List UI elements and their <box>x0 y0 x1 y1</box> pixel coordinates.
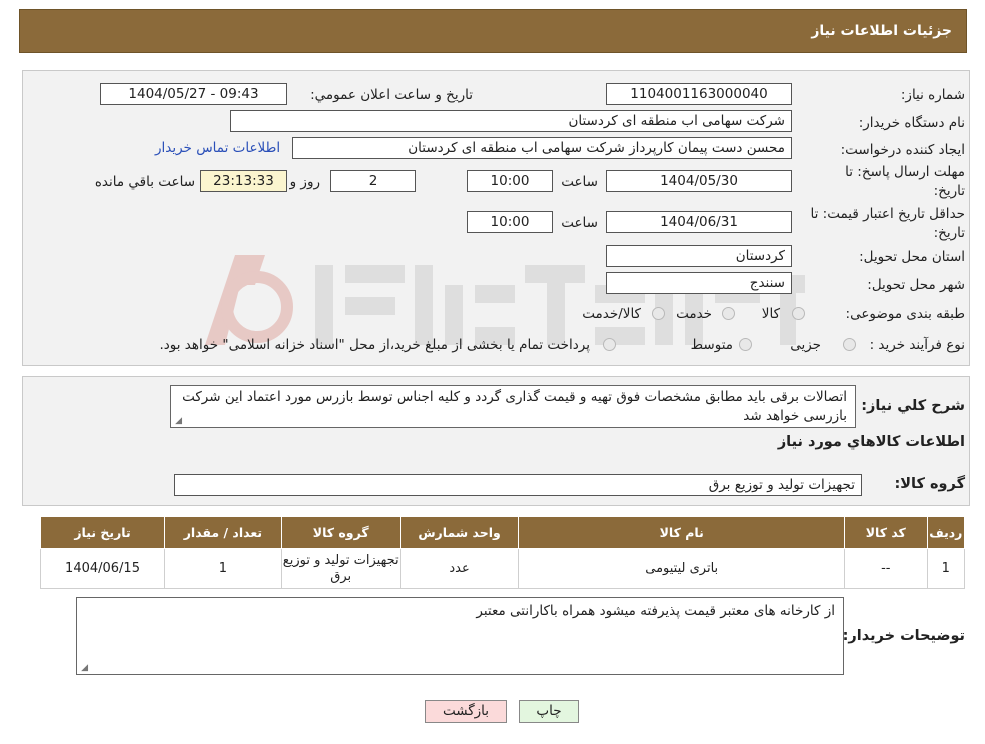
category-option-goods-service: کالا/خدمت <box>582 306 641 322</box>
category-radio-service[interactable] <box>722 307 735 320</box>
page-header: جزئیات اطلاعات نیاز <box>19 9 967 53</box>
deadline-time-label: ساعت <box>561 174 598 190</box>
buyer-notes-textarea[interactable]: از کارخانه های معتبر قیمت پذیرفته میشود … <box>76 597 844 675</box>
process-note: پرداخت تمام یا بخشی از مبلغ خرید،از محل … <box>159 337 590 353</box>
col-row: رديف <box>926 516 966 549</box>
province-field[interactable]: کردستان <box>606 245 792 267</box>
page-title: جزئیات اطلاعات نیاز <box>811 23 952 39</box>
resize-handle-icon[interactable]: ◢ <box>174 417 182 426</box>
description-text: اتصالات برقی باید مطابق مشخصات فوق تهیه … <box>182 389 847 424</box>
creator-field[interactable]: محسن دست پیمان کارپرداز شرکت سهامی اب من… <box>292 137 792 159</box>
process-radio-medium[interactable] <box>739 338 752 351</box>
remaining-time-field: 23:13:33 <box>200 170 287 192</box>
items-table: رديف کد کالا نام کالا واحد شمارش گروه کا… <box>39 516 966 589</box>
process-label: نوع فرآیند خرید : <box>869 337 965 353</box>
buyer-notes-text: از کارخانه های معتبر قیمت پذیرفته میشود … <box>476 603 835 619</box>
cell-unit: عدد <box>399 548 520 589</box>
goods-group-label: گروه کالا: <box>894 476 965 492</box>
remaining-label: ساعت باقي مانده <box>94 174 195 190</box>
category-option-goods: کالا <box>761 306 780 322</box>
cell-code: -- <box>843 548 928 589</box>
buyer-org-label: نام دستگاه خریدار: <box>858 115 965 131</box>
city-field[interactable]: سنندج <box>606 272 792 294</box>
days-field[interactable]: 2 <box>330 170 416 192</box>
deadline-time-field[interactable]: 10:00 <box>467 170 553 192</box>
announce-field[interactable]: 1404/05/27 - 09:43 <box>100 83 287 105</box>
print-button[interactable]: چاپ <box>519 700 579 723</box>
goods-section-title: اطلاعات کالاهاي مورد نياز <box>777 434 965 450</box>
cell-date: 1404/06/15 <box>39 548 166 589</box>
goods-group-field[interactable]: تجهیزات تولید و توزیع برق <box>174 474 862 496</box>
col-date: تاریخ نیاز <box>39 516 166 549</box>
process-radio-minor[interactable] <box>843 338 856 351</box>
deadline-date-field[interactable]: 1404/05/30 <box>606 170 792 192</box>
description-textarea[interactable]: اتصالات برقی باید مطابق مشخصات فوق تهیه … <box>170 385 856 428</box>
col-unit: واحد شمارش <box>399 516 520 549</box>
col-group: گروه کالا <box>280 516 401 549</box>
validity-time-label: ساعت <box>561 215 598 231</box>
process-option-minor: جزیی <box>790 337 821 353</box>
deadline-label: مهلت ارسال پاسخ: تا <box>845 164 965 180</box>
buyer-contact-link[interactable]: اطلاعات تماس خریدار <box>155 140 280 156</box>
city-label: شهر محل تحویل: <box>867 277 965 293</box>
buyer-org-field[interactable]: شرکت سهامی اب منطقه ای کردستان <box>230 110 792 132</box>
cell-qty: 1 <box>164 548 282 589</box>
col-qty: تعداد / مقدار <box>164 516 282 549</box>
need-number-field[interactable]: 1104001163000040 <box>606 83 792 105</box>
category-option-service: خدمت <box>676 306 712 322</box>
province-label: استان محل تحویل: <box>859 249 965 265</box>
category-radio-goods[interactable] <box>792 307 805 320</box>
table-row[interactable]: 1 -- باتری لیتیومی عدد تجهیزات تولید و ت… <box>39 548 966 589</box>
validity-time-field[interactable]: 10:00 <box>467 211 553 233</box>
buyer-notes-label: توضیحات خریدار: <box>842 628 965 644</box>
validity-label-2: تاریخ: <box>933 225 965 241</box>
resize-handle-icon[interactable]: ◢ <box>80 664 88 673</box>
cell-name: باتری لیتیومی <box>518 548 845 589</box>
validity-label: حداقل تاریخ اعتبار قیمت: تا <box>810 206 965 222</box>
back-button[interactable]: بازگشت <box>425 700 507 723</box>
process-option-medium: متوسط <box>690 337 733 353</box>
table-header-row: رديف کد کالا نام کالا واحد شمارش گروه کا… <box>39 516 966 549</box>
col-code: کد کالا <box>843 516 928 549</box>
cell-row: 1 <box>926 548 966 589</box>
days-and-label: روز و <box>289 174 320 190</box>
creator-label: ایجاد کننده درخواست: <box>840 142 965 158</box>
category-label: طبقه بندی موضوعی: <box>845 306 965 322</box>
description-label: شرح کلي نياز: <box>861 398 965 414</box>
validity-date-field[interactable]: 1404/06/31 <box>606 211 792 233</box>
cell-group: تجهیزات تولید و توزیع برق <box>280 548 401 589</box>
process-radio-treasury[interactable] <box>603 338 616 351</box>
col-name: نام کالا <box>518 516 845 549</box>
category-radio-goods-service[interactable] <box>652 307 665 320</box>
announce-label: تاريخ و ساعت اعلان عمومي: <box>310 87 473 103</box>
need-number-label: شماره نیاز: <box>900 87 965 103</box>
deadline-label-2: تاریخ: <box>933 183 965 199</box>
